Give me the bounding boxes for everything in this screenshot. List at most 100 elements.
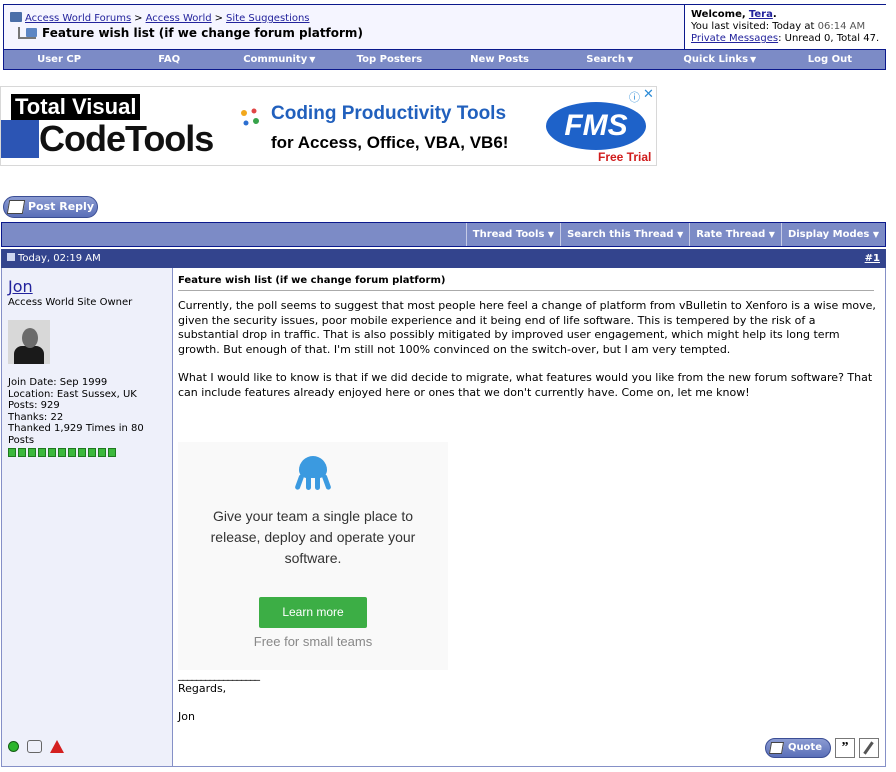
nav-label: New Posts [470, 54, 529, 65]
author-name[interactable]: Jon [8, 277, 33, 296]
signature-spacer [178, 696, 259, 710]
last-visited-label: You last visited: Today at [691, 21, 815, 32]
online-status-icon [8, 741, 19, 752]
post: Jon Access World Site Owner Join Date: S… [1, 268, 886, 767]
welcome-panel: Welcome, Tera. You last visited: Today a… [684, 5, 886, 49]
ad-headline: Coding Productivity Tools [271, 103, 507, 124]
thanks-count: Thanks: 22 [8, 411, 64, 423]
ad-copy: Coding Productivity Tools for Access, Of… [236, 87, 536, 165]
nav-label: FAQ [158, 54, 181, 65]
learn-more-button[interactable]: Learn more [259, 597, 367, 628]
nav-label: Log Out [807, 54, 853, 65]
nav-label: Top Posters [356, 54, 423, 65]
reputation-pip-icon [8, 448, 16, 457]
nav-search[interactable]: Search ▼ [555, 50, 665, 69]
thread-folder-icon [18, 27, 37, 39]
main-navbar: User CP FAQ Community ▼ Top Posters New P… [3, 50, 886, 70]
ad-sparkle-icon [241, 108, 259, 126]
reputation-bar [8, 448, 158, 457]
reputation-pip-icon [28, 448, 36, 457]
quote-pen-icon [768, 742, 784, 754]
ad-banner[interactable]: Total Visual CodeTools Coding Productivi… [0, 86, 657, 166]
post-reply-button[interactable]: Post Reply [3, 196, 98, 218]
display-modes-menu[interactable]: Display Modes ▼ [780, 223, 885, 246]
nav-faq[interactable]: FAQ [114, 50, 224, 69]
signature-name: Jon [178, 710, 195, 723]
rate-thread-menu[interactable]: Rate Thread ▼ [689, 223, 781, 246]
nav-new-posts[interactable]: New Posts [445, 50, 555, 69]
nav-label: Search [586, 54, 625, 65]
ad-subline: for Access, Office, VBA, VB6! [271, 133, 509, 152]
nav-quick-links[interactable]: Quick Links ▼ [665, 50, 775, 69]
page-title: Feature wish list (if we change forum pl… [18, 26, 363, 40]
thread-tools-menu[interactable]: Thread Tools ▼ [465, 223, 560, 246]
reputation-pip-icon [38, 448, 46, 457]
private-messages-link[interactable]: Private Messages [691, 33, 778, 44]
thread-tool-label: Display Modes [787, 229, 870, 240]
nav-user-cp[interactable]: User CP [4, 50, 114, 69]
ad-brand: Total Visual CodeTools [0, 87, 241, 165]
signature: __________________ Regards, Jon [178, 668, 260, 724]
post-paragraph: What I would like to know is that if we … [178, 371, 873, 399]
search-thread-menu[interactable]: Search this Thread ▼ [560, 223, 689, 246]
post-title: Feature wish list (if we change forum pl… [178, 275, 874, 291]
reputation-pip-icon [68, 448, 76, 457]
author-stats: Join Date: Sep 1999 Location: East Susse… [8, 377, 158, 457]
post-content: Feature wish list (if we change forum pl… [174, 268, 885, 766]
quote-button[interactable]: Quote [764, 738, 831, 758]
nav-label: Quick Links [683, 54, 749, 65]
post-reply-label: Post Reply [28, 200, 94, 213]
forum-home-icon[interactable] [10, 12, 22, 22]
thread-title-text: Feature wish list (if we change forum pl… [42, 26, 363, 40]
nav-community[interactable]: Community ▼ [224, 50, 334, 69]
dropdown-caret-icon: ▼ [309, 55, 316, 64]
breadcrumb-separator: > [214, 13, 224, 24]
user-actions [8, 740, 64, 753]
quick-reply-button[interactable] [859, 738, 879, 758]
avatar[interactable] [8, 320, 50, 364]
pm-status: : Unread 0, Total 47. [778, 33, 880, 44]
author-title: Access World Site Owner [8, 297, 133, 308]
nav-top-posters[interactable]: Top Posters [334, 50, 444, 69]
ad-brand-top: Total Visual [11, 94, 141, 120]
welcome-label: Welcome, [691, 9, 746, 20]
thread-tool-label: Search this Thread [567, 229, 674, 240]
breadcrumb-item[interactable]: Site Suggestions [226, 13, 310, 24]
multi-quote-button[interactable]: ” [835, 738, 855, 758]
post-old-icon [7, 253, 15, 261]
dropdown-caret-icon: ▼ [768, 230, 775, 239]
post-number-link[interactable]: #1 [865, 249, 880, 268]
multi-quote-icon: ” [841, 740, 849, 755]
ad-info-icon[interactable]: ⓘ [629, 89, 640, 105]
dropdown-caret-icon: ▼ [677, 230, 684, 239]
welcome-period: . [772, 9, 777, 20]
add-to-contacts-icon[interactable] [27, 740, 42, 753]
reputation-pip-icon [78, 448, 86, 457]
reputation-pip-icon [108, 448, 116, 457]
location: Location: East Sussex, UK [8, 388, 137, 400]
thread-tool-label: Thread Tools [472, 229, 545, 240]
breadcrumb: Access World Forums > Access World > Site Su… [10, 12, 310, 24]
ad-brand-bottom: CodeTools [0, 118, 214, 159]
report-post-icon[interactable] [50, 740, 64, 753]
dropdown-caret-icon: ▼ [626, 55, 634, 64]
ad-close-icon[interactable]: ✕ [643, 87, 654, 102]
nav-log-out[interactable]: Log Out [775, 50, 885, 69]
breadcrumb-item[interactable]: Access World [146, 13, 212, 24]
thread-tools-bar: Thread Tools ▼ Search this Thread ▼ Rate… [1, 222, 886, 247]
ad-fms-logo: FMS [546, 102, 646, 150]
post-count: Posts: 929 [8, 400, 60, 411]
reputation-pip-icon [88, 448, 96, 457]
dropdown-caret-icon: ▼ [872, 230, 879, 239]
breadcrumb-separator: > [134, 13, 143, 24]
inline-ad-text: Give your team a single place to release… [210, 508, 416, 566]
dropdown-caret-icon: ▼ [547, 230, 555, 239]
header-box: Access World Forums > Access World > Site Su… [3, 4, 886, 50]
inline-ad[interactable]: Give your team a single place to release… [178, 442, 448, 670]
ad-free-trial[interactable]: Free Trial [598, 150, 651, 164]
welcome-username[interactable]: Tera [749, 9, 773, 20]
thanked-count: Thanked 1,929 Times in 80 Posts [8, 423, 144, 446]
post-date: Today, 02:19 AM [18, 253, 101, 264]
signature-divider: __________________ [178, 668, 260, 681]
breadcrumb-item[interactable]: Access World Forums [25, 13, 131, 24]
